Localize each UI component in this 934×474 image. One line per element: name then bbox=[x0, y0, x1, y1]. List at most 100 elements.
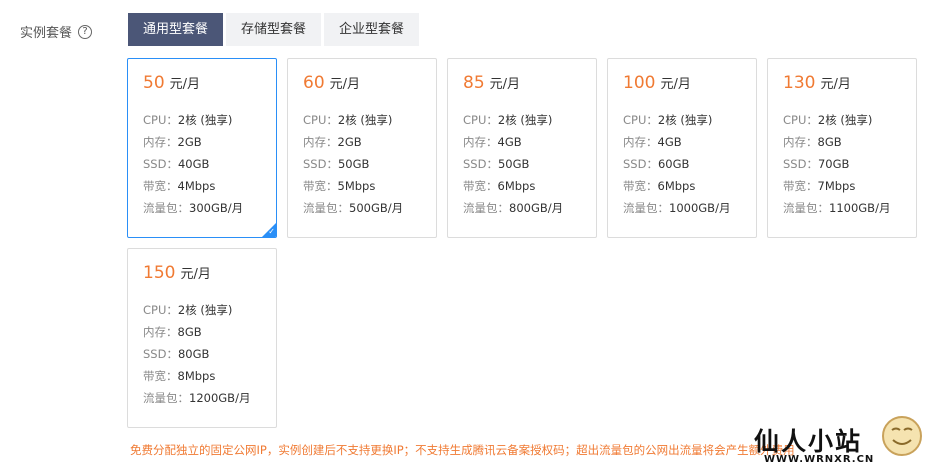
plan-spec-value: 8GB bbox=[817, 135, 842, 149]
plan-spec-key: SSD： bbox=[783, 157, 818, 171]
watermark-title: 仙人小站 bbox=[754, 427, 863, 456]
plan-card[interactable]: 85 元/月 CPU：2核 (独享) 内存：4GB SSD：50GB 带宽：6Mbps 流量… bbox=[447, 58, 597, 238]
plan-spec-key: 内存： bbox=[143, 325, 178, 339]
plan-card[interactable]: 50 元/月 CPU：2核 (独享) 内存：2GB SSD：40GB 带宽：4Mbps 流量… bbox=[127, 58, 277, 238]
plan-spec-ssd: SSD：80GB bbox=[143, 343, 276, 365]
plan-spec-key: SSD： bbox=[143, 157, 178, 171]
plan-spec-mem: 内存：2GB bbox=[143, 131, 276, 153]
plan-type-tabs: 通用型套餐 存储型套餐 企业型套餐 bbox=[128, 13, 420, 46]
plan-spec-cpu: CPU：2核 (独享) bbox=[463, 109, 596, 131]
plan-price: 100 元/月 bbox=[623, 73, 756, 95]
plan-spec-key: CPU： bbox=[303, 113, 338, 127]
plan-spec-cpu: CPU：2核 (独享) bbox=[143, 109, 276, 131]
check-icon: ✓ bbox=[268, 227, 275, 236]
plan-card[interactable]: 60 元/月 CPU：2核 (独享) 内存：2GB SSD：50GB 带宽：5Mbps 流量… bbox=[287, 58, 437, 238]
plan-price-value: 50 bbox=[143, 73, 165, 93]
plan-spec-bw: 带宽：7Mbps bbox=[783, 175, 916, 197]
plan-spec-mem: 内存：8GB bbox=[783, 131, 916, 153]
help-icon[interactable]: ? bbox=[78, 24, 93, 39]
plan-spec-key: 带宽： bbox=[623, 179, 658, 193]
plan-spec-ssd: SSD：40GB bbox=[143, 153, 276, 175]
plan-spec-traffic: 流量包：800GB/月 bbox=[463, 197, 596, 219]
plan-spec-key: 内存： bbox=[623, 135, 658, 149]
plan-spec-key: 流量包： bbox=[143, 391, 189, 405]
plan-spec-value: 2核 (独享) bbox=[177, 303, 233, 317]
plan-spec-value: 4GB bbox=[497, 135, 522, 149]
plan-spec-ssd: SSD：50GB bbox=[463, 153, 596, 175]
plan-spec-value: 8Mbps bbox=[177, 369, 216, 383]
plan-spec-value: 50GB bbox=[497, 157, 530, 171]
plan-spec-value: 2核 (独享) bbox=[817, 113, 873, 127]
plan-price-unit: 元/月 bbox=[169, 77, 201, 92]
plan-spec-key: CPU： bbox=[463, 113, 498, 127]
plan-price-value: 85 bbox=[463, 73, 485, 93]
plan-spec-key: CPU： bbox=[623, 113, 658, 127]
plan-price: 50 元/月 bbox=[143, 73, 276, 95]
plan-spec-value: 60GB bbox=[657, 157, 690, 171]
tab-general[interactable]: 通用型套餐 bbox=[128, 13, 224, 46]
plan-spec-key: 流量包： bbox=[143, 201, 189, 215]
plan-spec-value: 2GB bbox=[337, 135, 362, 149]
plan-spec-cpu: CPU：2核 (独享) bbox=[303, 109, 436, 131]
plan-spec-key: SSD： bbox=[623, 157, 658, 171]
plan-price: 85 元/月 bbox=[463, 73, 596, 95]
plan-spec-value: 6Mbps bbox=[497, 179, 536, 193]
plan-spec-key: SSD： bbox=[143, 347, 178, 361]
plan-spec-mem: 内存：2GB bbox=[303, 131, 436, 153]
plan-spec-value: 1000GB/月 bbox=[669, 201, 731, 215]
plan-spec-bw: 带宽：4Mbps bbox=[143, 175, 276, 197]
plan-price-unit: 元/月 bbox=[820, 77, 851, 92]
plan-spec-value: 1100GB/月 bbox=[829, 201, 891, 215]
plan-spec-bw: 带宽：5Mbps bbox=[303, 175, 436, 197]
plan-spec-value: 800GB/月 bbox=[509, 201, 564, 215]
plan-price: 130 元/月 bbox=[783, 73, 916, 95]
plan-field-label: 实例套餐 ? bbox=[20, 22, 93, 41]
plan-spec-ssd: SSD：50GB bbox=[303, 153, 436, 175]
plan-price-value: 60 bbox=[303, 73, 325, 93]
plan-spec-ssd: SSD：70GB bbox=[783, 153, 916, 175]
plan-spec-value: 4GB bbox=[657, 135, 682, 149]
plan-spec-value: 6Mbps bbox=[657, 179, 696, 193]
tab-storage[interactable]: 存储型套餐 bbox=[226, 13, 322, 46]
plan-spec-key: 带宽： bbox=[463, 179, 498, 193]
plan-price-value: 130 bbox=[783, 73, 816, 93]
plan-spec-value: 2核 (独享) bbox=[657, 113, 713, 127]
plan-spec-traffic: 流量包：300GB/月 bbox=[143, 197, 276, 219]
plan-spec-mem: 内存：4GB bbox=[463, 131, 596, 153]
plan-spec-value: 80GB bbox=[177, 347, 210, 361]
plan-spec-key: 带宽： bbox=[143, 179, 178, 193]
tab-enterprise[interactable]: 企业型套餐 bbox=[324, 13, 420, 46]
plan-spec-value: 2核 (独享) bbox=[177, 113, 233, 127]
plan-card[interactable]: 150 元/月 CPU：2核 (独享) 内存：8GB SSD：80GB 带宽：8Mbps 流… bbox=[127, 248, 277, 428]
plan-card[interactable]: 130 元/月 CPU：2核 (独享) 内存：8GB SSD：70GB 带宽：7Mbps 流… bbox=[767, 58, 917, 238]
plan-spec-bw: 带宽：6Mbps bbox=[463, 175, 596, 197]
plan-spec-value: 500GB/月 bbox=[349, 201, 404, 215]
plan-spec-bw: 带宽：6Mbps bbox=[623, 175, 756, 197]
plan-price-value: 150 bbox=[143, 263, 176, 283]
plan-price: 150 元/月 bbox=[143, 263, 276, 285]
plan-spec-value: 5Mbps bbox=[337, 179, 376, 193]
plan-card[interactable]: 100 元/月 CPU：2核 (独享) 内存：4GB SSD：60GB 带宽：6Mbps 流… bbox=[607, 58, 757, 238]
plan-spec-cpu: CPU：2核 (独享) bbox=[143, 299, 276, 321]
plan-spec-key: 带宽： bbox=[303, 179, 338, 193]
plan-spec-mem: 内存：4GB bbox=[623, 131, 756, 153]
plan-spec-key: 流量包： bbox=[463, 201, 509, 215]
plan-spec-value: 40GB bbox=[177, 157, 210, 171]
plan-price-unit: 元/月 bbox=[329, 77, 361, 92]
plan-spec-value: 4Mbps bbox=[177, 179, 216, 193]
plan-spec-value: 70GB bbox=[817, 157, 850, 171]
plan-spec-key: CPU： bbox=[143, 113, 178, 127]
plan-price-unit: 元/月 bbox=[660, 77, 691, 92]
plan-price-value: 100 bbox=[623, 73, 656, 93]
plan-price-unit: 元/月 bbox=[489, 77, 521, 92]
plan-price-unit: 元/月 bbox=[180, 267, 211, 282]
plan-spec-traffic: 流量包：500GB/月 bbox=[303, 197, 436, 219]
plan-spec-key: CPU： bbox=[783, 113, 818, 127]
plan-spec-traffic: 流量包：1200GB/月 bbox=[143, 387, 276, 409]
plan-spec-value: 2核 (独享) bbox=[497, 113, 553, 127]
plan-spec-value: 8GB bbox=[177, 325, 202, 339]
plan-spec-key: 流量包： bbox=[783, 201, 829, 215]
plan-spec-key: 带宽： bbox=[143, 369, 178, 383]
watermark-url: WWW.WRNXR.CN bbox=[764, 454, 875, 465]
plan-spec-key: 带宽： bbox=[783, 179, 818, 193]
